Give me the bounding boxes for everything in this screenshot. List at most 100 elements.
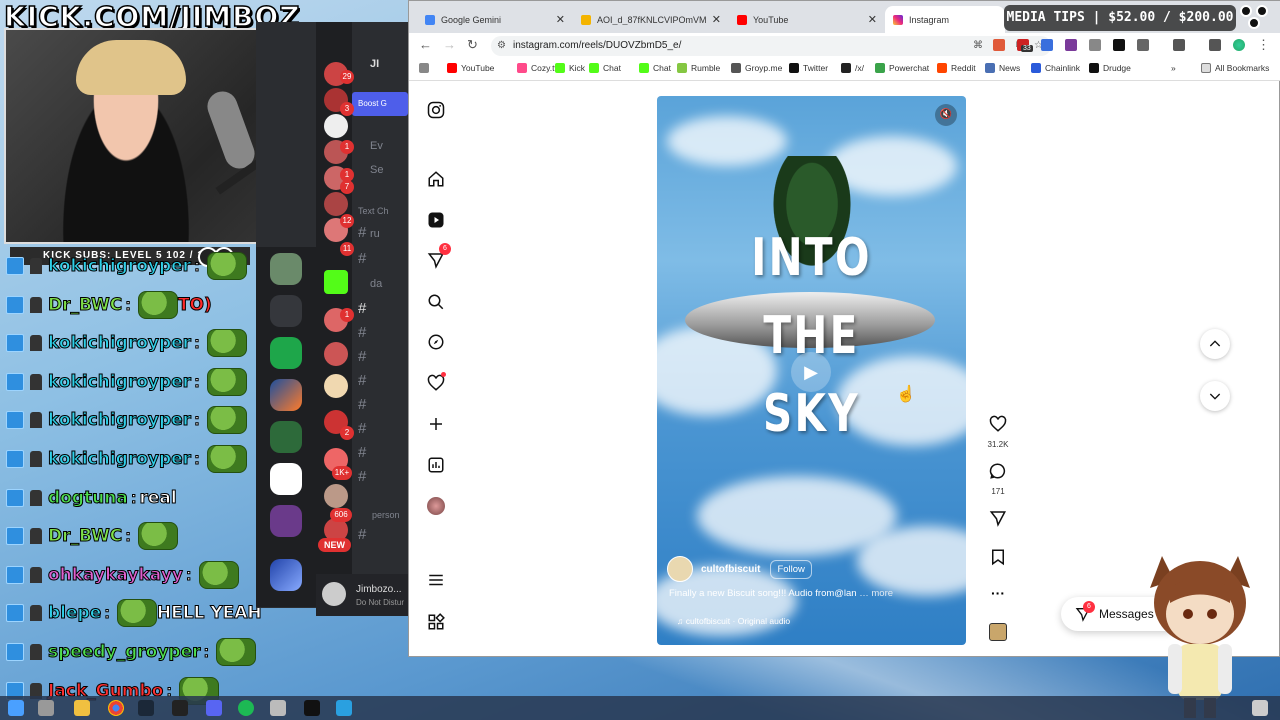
kebab-menu-icon[interactable]: ⋮ xyxy=(1257,37,1270,53)
dm-avatar[interactable] xyxy=(324,114,348,138)
bookmark-item[interactable]: Kick xyxy=(555,63,585,73)
extension-icon[interactable] xyxy=(1041,39,1053,51)
next-reel-button[interactable] xyxy=(1200,381,1230,411)
audio-thumbnail[interactable] xyxy=(987,623,1009,641)
save-button[interactable] xyxy=(987,548,1009,571)
more-link[interactable]: … more xyxy=(859,588,893,599)
back-arrow-icon[interactable]: ← xyxy=(419,37,432,52)
bookmark-server-icon[interactable] xyxy=(270,337,302,369)
puzzle-icon[interactable] xyxy=(1137,39,1149,51)
server-icon[interactable] xyxy=(270,253,302,285)
apps-grid-icon[interactable] xyxy=(419,63,433,73)
discord-icon[interactable] xyxy=(206,700,222,716)
dm-avatar[interactable] xyxy=(324,374,348,398)
site-info-icon[interactable]: ⚙ xyxy=(497,36,506,56)
events-item[interactable]: Ev xyxy=(370,140,383,152)
spotify-icon[interactable] xyxy=(238,700,254,716)
tab-youtube[interactable]: YouTube ✕ xyxy=(729,6,883,33)
server-icon[interactable] xyxy=(270,463,302,495)
profile-icon[interactable] xyxy=(1233,39,1245,51)
address-bar[interactable]: ⚙ instagram.com/reels/DUOVZbmD5_e/ ⌘ ⌕ ⧉… xyxy=(491,36,1051,56)
translate-icon[interactable]: ⌘ xyxy=(973,36,983,56)
server-icon[interactable] xyxy=(270,421,302,453)
like-button[interactable]: 31.2K xyxy=(987,415,1009,449)
menu-lines-icon[interactable] xyxy=(1209,39,1221,51)
steam-icon[interactable] xyxy=(138,700,154,716)
instagram-logo-icon[interactable] xyxy=(425,99,447,121)
obs-icon[interactable] xyxy=(304,700,320,716)
text-channels-header[interactable]: Text Ch xyxy=(358,206,389,216)
bookmark-item[interactable]: Reddit xyxy=(937,63,976,73)
tab-aoi[interactable]: AOI_d_87fKNLCVIPOmVMiryIS ✕ xyxy=(573,6,727,33)
close-icon[interactable]: ✕ xyxy=(868,13,877,26)
bookmark-item[interactable]: YouTube xyxy=(447,63,494,73)
dm-avatar[interactable] xyxy=(324,192,348,216)
messages-icon[interactable]: 6 xyxy=(425,243,451,271)
close-icon[interactable]: ✕ xyxy=(712,13,721,26)
reel-video[interactable]: INTO THE SKY ▶ 🔇 cultofbiscuit Follow Fi… xyxy=(657,96,966,645)
telegram-icon[interactable] xyxy=(336,700,352,716)
bookmark-item[interactable]: Powerchat xyxy=(875,63,929,73)
hamburger-menu-icon[interactable] xyxy=(425,569,447,591)
bookmark-item[interactable]: Chat xyxy=(589,63,621,73)
mute-icon[interactable]: 🔇 xyxy=(935,104,957,126)
author-avatar[interactable] xyxy=(667,556,693,582)
close-icon[interactable]: ✕ xyxy=(556,13,565,26)
folder-icon[interactable] xyxy=(270,295,302,327)
channel-item[interactable]: ru xyxy=(370,228,380,240)
boost-banner[interactable]: Boost G xyxy=(352,92,408,116)
home-icon[interactable] xyxy=(425,168,447,190)
search-icon[interactable] xyxy=(425,291,447,313)
discord-user-panel[interactable]: Jimbozo... Do Not Distur xyxy=(316,574,408,616)
bookmark-item[interactable]: Twitter xyxy=(789,63,828,73)
create-plus-icon[interactable] xyxy=(425,413,447,435)
forward-arrow-icon[interactable]: → xyxy=(443,37,456,52)
dm-avatar[interactable] xyxy=(324,484,348,508)
file-explorer-icon[interactable] xyxy=(74,700,90,716)
app-icon[interactable] xyxy=(270,700,286,716)
bookmark-item[interactable]: Chainlink xyxy=(1031,63,1080,73)
tab-instagram[interactable]: Instagram xyxy=(885,6,1005,33)
all-bookmarks-button[interactable]: All Bookmarks xyxy=(1201,63,1269,73)
channel-item[interactable]: da xyxy=(370,278,382,290)
server-icon[interactable] xyxy=(270,505,302,537)
play-icon[interactable]: ▶ xyxy=(791,352,831,392)
bookmark-item[interactable]: News xyxy=(985,63,1020,73)
bookmark-item[interactable]: Cozy.tv xyxy=(517,63,559,73)
apps-grid-icon[interactable] xyxy=(425,611,447,633)
server-icon[interactable] xyxy=(270,379,302,411)
extension-icon[interactable] xyxy=(993,39,1005,51)
share-button[interactable] xyxy=(987,509,1009,532)
chevron-right-icon[interactable]: » xyxy=(1171,63,1176,73)
comment-button[interactable]: 171 xyxy=(987,462,1009,496)
tab-gemini[interactable]: Google Gemini ✕ xyxy=(417,6,571,33)
reels-icon[interactable] xyxy=(425,209,447,231)
reel-caption[interactable]: Finally a new Biscuit song!!! Audio from… xyxy=(669,588,893,599)
server-item[interactable]: Se xyxy=(370,164,383,176)
bookmark-item[interactable]: Groyp.me xyxy=(731,63,782,73)
reel-audio[interactable]: ♫ cultofbiscuit · Original audio xyxy=(677,616,790,626)
sidepanel-icon[interactable] xyxy=(1173,39,1185,51)
previous-reel-button[interactable] xyxy=(1200,329,1230,359)
start-icon[interactable] xyxy=(8,700,24,716)
notification-center-icon[interactable] xyxy=(1252,700,1268,716)
x-extension-icon[interactable] xyxy=(1113,39,1125,51)
bookmark-item[interactable]: /x/ xyxy=(841,63,864,73)
task-view-icon[interactable] xyxy=(38,700,54,716)
follow-button[interactable]: Follow xyxy=(770,559,812,579)
reload-icon[interactable]: ↻ xyxy=(467,37,478,53)
extension-icon[interactable] xyxy=(1089,39,1101,51)
dashboard-icon[interactable] xyxy=(425,454,447,476)
more-options-icon[interactable]: ··· xyxy=(987,585,1009,601)
bookmark-item[interactable]: Chat xyxy=(639,63,671,73)
kick-dm-avatar[interactable] xyxy=(324,270,348,294)
chrome-icon[interactable] xyxy=(108,700,124,716)
notifications-heart-icon[interactable] xyxy=(425,372,447,394)
bookmark-item[interactable]: Rumble xyxy=(677,63,720,73)
bookmark-item[interactable]: Drudge xyxy=(1089,63,1131,73)
author-name[interactable]: cultofbiscuit xyxy=(701,564,760,575)
dm-avatar[interactable] xyxy=(324,342,348,366)
terminal-icon[interactable] xyxy=(172,700,188,716)
explore-icon[interactable] xyxy=(425,331,447,353)
profile-avatar[interactable] xyxy=(425,495,447,517)
